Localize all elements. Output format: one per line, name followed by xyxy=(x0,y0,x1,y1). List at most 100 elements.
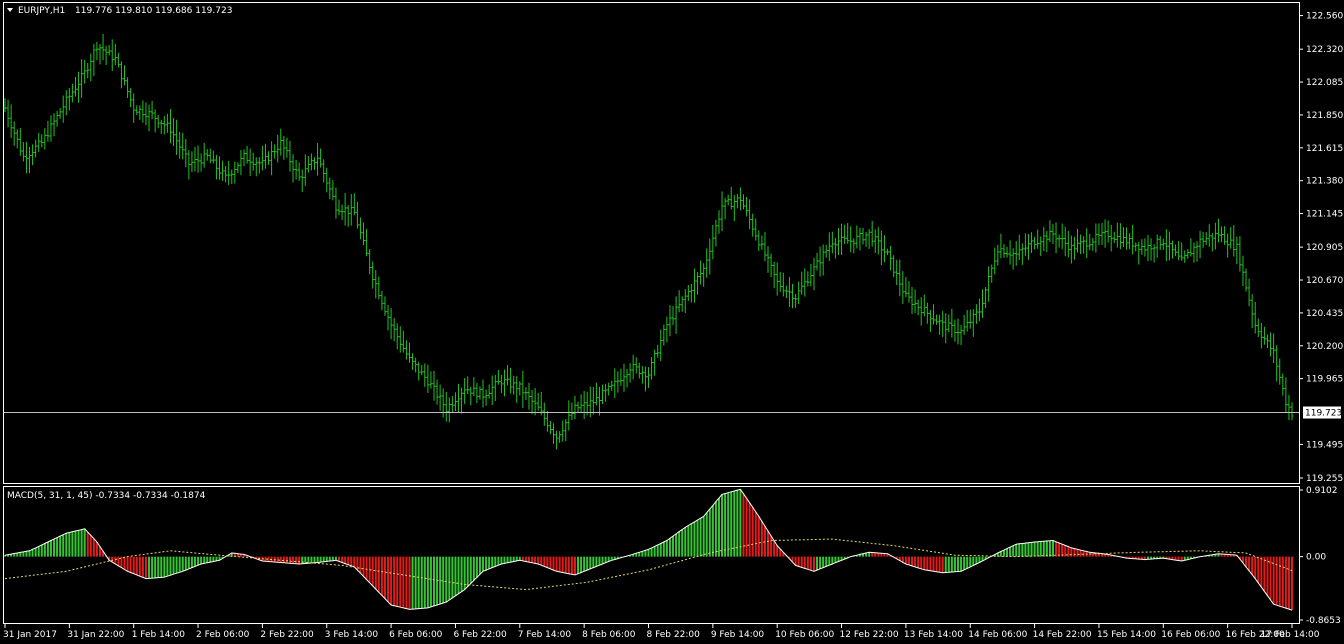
price-bar xyxy=(40,134,44,148)
price-bar xyxy=(37,132,41,152)
price-bar xyxy=(141,100,145,123)
price-bar xyxy=(1259,322,1263,349)
price-bar xyxy=(325,167,329,193)
price-bar xyxy=(668,305,672,337)
price-bar xyxy=(533,387,537,416)
price-bar xyxy=(1247,278,1251,307)
price-axis-label: 120.435 xyxy=(1306,309,1343,319)
price-bar xyxy=(484,389,488,406)
price-bar xyxy=(1134,242,1138,252)
chart-canvas[interactable]: EURJPY,H1 119.776 119.810 119.686 119.72… xyxy=(0,0,1344,644)
price-bar xyxy=(52,113,56,137)
price-axis-label: 121.615 xyxy=(1306,144,1343,154)
price-bar xyxy=(604,383,608,402)
price-bar xyxy=(1014,241,1018,266)
price-bar xyxy=(827,232,831,261)
price-bar xyxy=(1149,238,1153,261)
price-bar xyxy=(561,420,565,442)
price-bar xyxy=(944,313,948,344)
price-bar xyxy=(401,330,405,353)
price-bar xyxy=(665,316,669,343)
price-bar xyxy=(637,362,641,379)
price-bar xyxy=(86,63,90,79)
price-bar xyxy=(919,297,923,326)
price-bar xyxy=(993,247,997,275)
price-bar xyxy=(879,230,883,266)
price-bar xyxy=(1143,238,1147,257)
price-bar xyxy=(754,218,758,241)
price-bar xyxy=(729,186,733,210)
price-bar xyxy=(726,194,730,206)
price-bar xyxy=(895,259,899,286)
price-bar xyxy=(1204,232,1208,245)
price-bar xyxy=(647,367,650,388)
price-bar xyxy=(110,39,114,72)
price-axis-label: 121.380 xyxy=(1306,177,1343,187)
price-bar xyxy=(282,136,286,160)
price-bar xyxy=(1226,233,1230,258)
price-bar xyxy=(67,87,71,111)
price-bar xyxy=(150,100,154,120)
price-bar xyxy=(309,153,313,171)
price-bar xyxy=(1094,223,1098,253)
price-bar xyxy=(1057,234,1061,248)
price-bar xyxy=(1023,233,1027,256)
price-bar xyxy=(950,308,954,338)
macd-header: MACD(5, 31, 1, 45) -0.7334 -0.7334 -0.18… xyxy=(7,491,206,501)
price-bar xyxy=(981,289,985,318)
price-bar xyxy=(622,363,626,392)
price-bar xyxy=(803,268,807,297)
time-axis-label: 8 Feb 06:00 xyxy=(582,630,636,640)
price-bar xyxy=(377,276,381,300)
time-axis-label: 13 Feb 14:00 xyxy=(904,630,963,640)
price-bar xyxy=(70,83,74,103)
price-bar xyxy=(1192,242,1196,263)
price-axis-label: 120.200 xyxy=(1306,342,1343,352)
price-bar xyxy=(404,340,408,360)
price-bar xyxy=(836,227,840,255)
price-bar xyxy=(475,383,479,403)
price-bar xyxy=(113,43,117,66)
price-bar xyxy=(165,113,169,133)
macd-axis-label: -0.8653 xyxy=(1306,616,1341,626)
price-bar xyxy=(1017,234,1021,261)
price-bar xyxy=(996,244,1000,266)
price-bar xyxy=(1177,241,1181,261)
price-bar xyxy=(855,225,859,249)
price-axis-label: 121.850 xyxy=(1306,111,1343,121)
price-bar xyxy=(358,217,362,240)
price-bar xyxy=(781,272,785,297)
price-axis-label: 122.320 xyxy=(1306,45,1343,55)
price-bar xyxy=(1030,232,1034,254)
price-bar xyxy=(1195,241,1199,262)
price-bar xyxy=(267,151,271,165)
price-bar xyxy=(1036,229,1040,249)
price-bar xyxy=(873,229,877,254)
price-bar xyxy=(548,420,552,435)
price-bar xyxy=(1045,230,1049,252)
price-bar xyxy=(83,60,87,84)
price-bar xyxy=(576,401,580,413)
price-bar xyxy=(481,379,485,408)
price-bar xyxy=(1207,224,1211,247)
price-bar xyxy=(901,271,905,304)
price-bar xyxy=(509,367,513,394)
price-bar xyxy=(18,128,22,156)
price-bar xyxy=(1106,220,1110,243)
triangle-down-icon[interactable] xyxy=(7,8,13,12)
price-bar xyxy=(132,93,136,123)
price-bar xyxy=(1275,345,1279,382)
price-bar xyxy=(432,370,436,401)
price-bar xyxy=(518,381,522,396)
price-bar xyxy=(1042,226,1046,252)
price-bar xyxy=(717,210,721,234)
price-bar xyxy=(490,375,494,406)
price-bar xyxy=(312,157,316,170)
price-bar xyxy=(886,248,890,256)
price-bar xyxy=(334,187,338,219)
price-bar xyxy=(116,52,120,68)
price-bar xyxy=(846,223,850,244)
price-bar xyxy=(21,142,25,162)
price-bar xyxy=(147,104,151,132)
price-bar xyxy=(383,296,387,316)
